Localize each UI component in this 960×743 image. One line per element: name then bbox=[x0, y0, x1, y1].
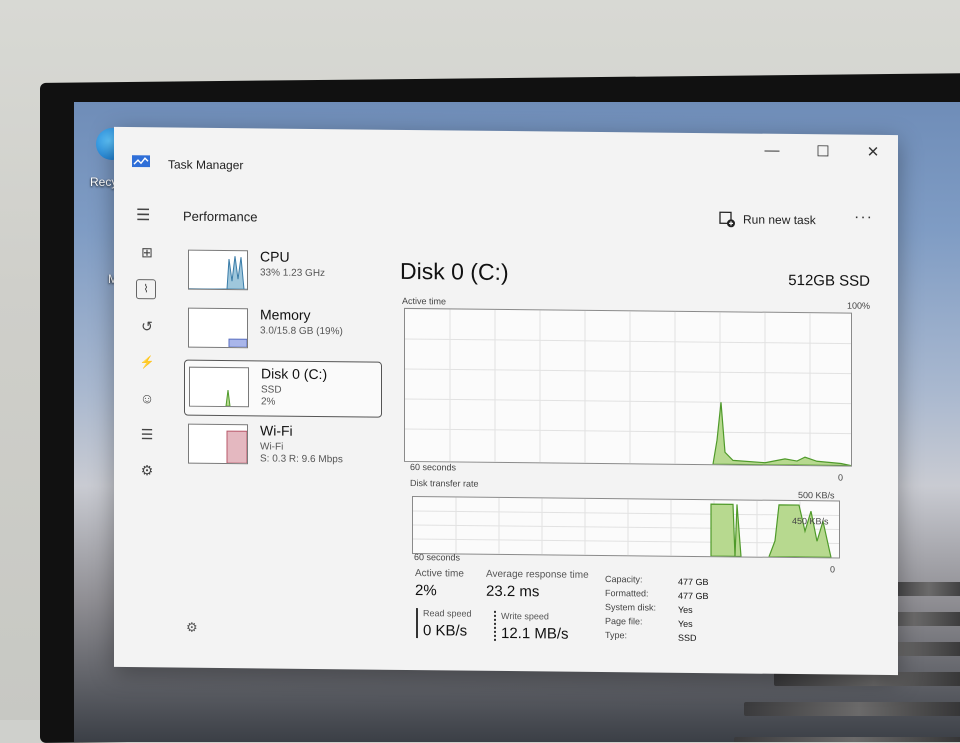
active-time-graph-label: Active time bbox=[402, 296, 446, 306]
active-time-graph bbox=[404, 308, 852, 467]
hamburger-menu-icon[interactable]: ☰ bbox=[136, 205, 150, 225]
startup-icon[interactable]: ⚡ bbox=[136, 351, 158, 373]
page-title: Performance bbox=[183, 209, 257, 225]
resource-name: CPU bbox=[260, 248, 290, 264]
resource-item-wifi[interactable]: Wi-Fi Wi-Fi S: 0.3 R: 9.6 Mbps bbox=[184, 418, 380, 474]
write-speed-value: 12.1 MB/s bbox=[501, 625, 569, 643]
stat-avg-response-label: Average response time bbox=[486, 569, 589, 581]
resource-subtext: SSD 2% bbox=[261, 384, 282, 408]
disk-properties-labels: Capacity: Formatted: System disk: Page f… bbox=[605, 572, 656, 643]
services-icon[interactable]: ⚙ bbox=[136, 459, 158, 481]
users-icon[interactable]: ☺ bbox=[136, 387, 158, 409]
read-speed-label: Read speed bbox=[423, 608, 472, 619]
transfer-rate-min: 0 bbox=[830, 564, 835, 574]
stat-avg-response-value: 23.2 ms bbox=[486, 583, 539, 601]
transfer-rate-graph bbox=[412, 496, 840, 558]
stat-active-time-value: 2% bbox=[415, 582, 437, 599]
transfer-rate-duration: 60 seconds bbox=[414, 552, 460, 562]
active-time-duration: 60 seconds bbox=[410, 462, 456, 472]
run-task-icon bbox=[719, 211, 735, 227]
detail-title: Disk 0 (C:) bbox=[400, 258, 509, 286]
maximize-button[interactable]: ☐ bbox=[808, 142, 838, 160]
read-speed-bar bbox=[416, 608, 418, 638]
performance-icon[interactable]: ⌇ bbox=[136, 279, 156, 299]
task-manager-app-icon bbox=[132, 155, 150, 167]
run-new-task-button[interactable]: Run new task bbox=[719, 211, 816, 228]
resource-name: Memory bbox=[260, 306, 311, 323]
close-button[interactable]: ✕ bbox=[858, 143, 888, 161]
transfer-rate-mid: 450 KB/s bbox=[792, 516, 829, 526]
stat-active-time-label: Active time bbox=[415, 568, 464, 580]
resource-item-cpu[interactable]: CPU 33% 1.23 GHz bbox=[184, 244, 380, 300]
resource-name: Disk 0 (C:) bbox=[261, 365, 327, 382]
read-speed-value: 0 KB/s bbox=[423, 622, 467, 639]
write-speed-bar bbox=[494, 611, 496, 641]
resource-subtext: 3.0/15.8 GB (19%) bbox=[260, 325, 343, 338]
resource-subtext: Wi-Fi S: 0.3 R: 9.6 Mbps bbox=[260, 441, 343, 466]
disk-properties-values: 477 GB 477 GB Yes Yes SSD bbox=[678, 575, 709, 645]
active-time-max: 100% bbox=[847, 301, 870, 311]
disk-model: 512GB SSD bbox=[788, 272, 870, 290]
memory-thumbnail bbox=[188, 308, 248, 349]
disk-detail-panel: Disk 0 (C:) 512GB SSD Active time 100% 6… bbox=[400, 250, 870, 255]
history-icon[interactable]: ↺ bbox=[136, 315, 158, 337]
settings-gear-icon[interactable]: ⚙ bbox=[186, 620, 198, 636]
resource-subtext: 33% 1.23 GHz bbox=[260, 267, 325, 280]
details-icon[interactable]: ☰ bbox=[136, 423, 158, 445]
title-bar[interactable]: Task Manager — ☐ ✕ bbox=[114, 127, 898, 171]
processes-icon[interactable]: ⊞ bbox=[136, 241, 158, 263]
disk-thumbnail bbox=[189, 367, 249, 408]
more-options-icon[interactable]: ··· bbox=[854, 209, 873, 227]
transfer-rate-max: 500 KB/s bbox=[798, 490, 835, 500]
window-title: Task Manager bbox=[168, 157, 243, 172]
run-new-task-label: Run new task bbox=[743, 212, 816, 227]
resource-item-disk[interactable]: Disk 0 (C:) SSD 2% bbox=[184, 360, 382, 418]
write-speed-label: Write speed bbox=[501, 611, 549, 622]
active-time-min: 0 bbox=[838, 472, 843, 482]
minimize-button[interactable]: — bbox=[757, 142, 787, 159]
wifi-thumbnail bbox=[188, 424, 248, 465]
resource-name: Wi-Fi bbox=[260, 422, 293, 438]
transfer-rate-label: Disk transfer rate bbox=[410, 478, 479, 489]
cpu-thumbnail bbox=[188, 250, 248, 291]
resource-list: CPU 33% 1.23 GHz Memory 3.0/15.8 GB (19%… bbox=[184, 244, 384, 246]
resource-item-memory[interactable]: Memory 3.0/15.8 GB (19%) bbox=[184, 302, 380, 358]
task-manager-window: Task Manager — ☐ ✕ ☰ Performance Run new… bbox=[114, 127, 898, 675]
page-header: ☰ Performance Run new task ··· bbox=[114, 197, 898, 235]
